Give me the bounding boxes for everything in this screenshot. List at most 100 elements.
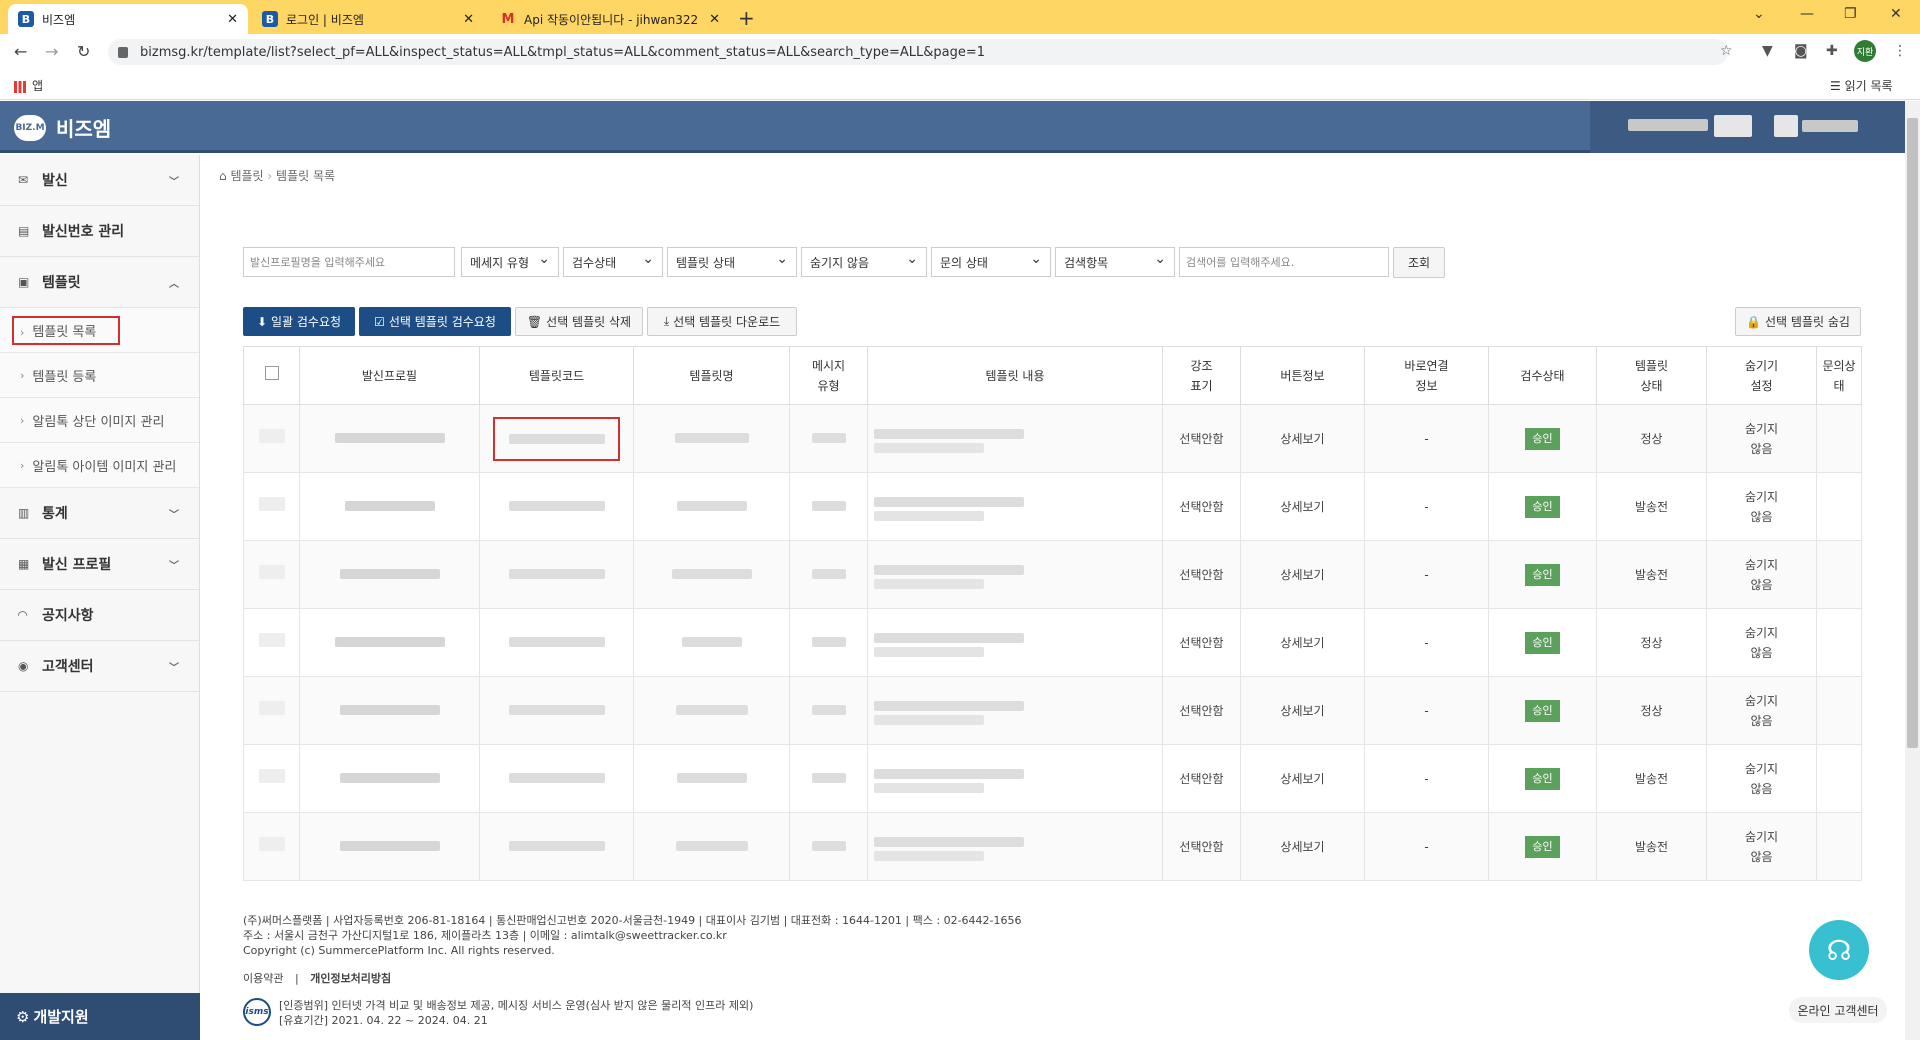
apps-bookmark[interactable]: 앱 (14, 77, 43, 94)
bookmark-star-icon[interactable]: ☆ (1720, 43, 1733, 59)
row-checkbox[interactable] (258, 428, 285, 443)
tab-title: Api 작동이안됩니다 - jihwan322 (524, 12, 699, 27)
inspect-status-select[interactable]: 검수상태 (563, 247, 663, 277)
sidebar-sub-top-image[interactable]: › 알림톡 상단 이미지 관리 (0, 398, 199, 443)
user-area (1590, 101, 1905, 153)
table-row[interactable]: 선택안함 상세보기 - 승인 발송전 숨기지 않음 (243, 744, 1862, 813)
puzzle-icon[interactable]: ✚ (1826, 43, 1838, 59)
terms-link[interactable]: 이용약관 (243, 972, 283, 985)
hidden-select[interactable]: 숨기지 않음 (801, 247, 927, 277)
button-info-cell[interactable]: 상세보기 (1240, 676, 1365, 745)
account-button[interactable] (1714, 115, 1752, 137)
button-info-cell[interactable]: 상세보기 (1240, 744, 1365, 813)
close-tab-icon[interactable]: ✕ (709, 12, 720, 27)
sidebar-item-stats[interactable]: ▥ 통계 ﹀ (0, 488, 199, 539)
minimize-icon[interactable]: — (1800, 6, 1814, 22)
privacy-link[interactable]: 개인정보처리방침 (310, 972, 391, 985)
user-avatar[interactable] (1774, 115, 1798, 137)
button-info-cell[interactable]: 상세보기 (1240, 812, 1365, 881)
sidebar-sub-text: 템플릿 등록 (32, 369, 97, 385)
select-value: 숨기지 않음 (810, 255, 870, 270)
list-icon: ▤ (18, 224, 30, 238)
restore-icon[interactable]: ❐ (1844, 6, 1857, 22)
button-info-cell[interactable]: 상세보기 (1240, 608, 1365, 677)
table-row[interactable]: 선택안함 상세보기 - 승인 정상 숨기지 않음 (243, 676, 1862, 745)
new-tab-icon[interactable]: + (738, 6, 755, 30)
sidebar-sub-template-register[interactable]: › 템플릿 등록 (0, 353, 199, 398)
row-checkbox[interactable] (258, 496, 285, 511)
sidebar-item-send[interactable]: ✉ 발신 ﹀ (0, 155, 199, 206)
site-logo[interactable]: BIZ.M 비즈엠 (14, 113, 111, 142)
emphasis-cell: 선택안함 (1162, 676, 1241, 745)
url-field[interactable]: bizmsg.kr/template/list?select_pf=ALL&in… (108, 39, 1728, 65)
sidebar-item-profile[interactable]: ▦ 발신 프로필 ﹀ (0, 539, 199, 590)
row-checkbox[interactable] (258, 768, 285, 783)
selected-download-button[interactable]: ⤓ 선택 템플릿 다운로드 (647, 307, 797, 336)
search-button[interactable]: 조회 (1393, 247, 1445, 278)
hide-setting-cell: 숨기지 않음 (1706, 744, 1817, 813)
select-all-checkbox[interactable] (264, 365, 279, 380)
bulk-inspect-button[interactable]: ⬇ 일괄 검수요청 (243, 307, 355, 336)
button-info-cell[interactable]: 상세보기 (1240, 404, 1365, 473)
profile-search-input[interactable]: 발신프로필명을 입력해주세요 (243, 247, 455, 277)
table-row[interactable]: 선택안함 상세보기 - 승인 발송전 숨기지 않음 (243, 472, 1862, 541)
button-info-cell[interactable]: 상세보기 (1240, 540, 1365, 609)
browser-tab-gmail[interactable]: M Api 작동이안됩니다 - jihwan322 ✕ (490, 4, 730, 34)
selected-delete-button[interactable]: 🗑 선택 템플릿 삭제 (515, 307, 643, 336)
reading-list[interactable]: ☰ 읽기 목록 (1830, 77, 1893, 94)
apps-grid-icon (14, 80, 26, 93)
dev-support-button[interactable]: ⚙ 개발지원 (0, 993, 200, 1040)
scrollbar-thumb[interactable] (1907, 118, 1918, 748)
extension-icon[interactable]: ▼ (1762, 43, 1773, 59)
content-line (874, 578, 984, 589)
table-row[interactable]: 선택안함 상세보기 - 승인 정상 숨기지 않음 (243, 608, 1862, 677)
table-row[interactable]: 선택안함 상세보기 - 승인 발송전 숨기지 않음 (243, 540, 1862, 609)
row-checkbox[interactable] (258, 836, 285, 851)
sidebar-item-support[interactable]: ◉ 고객센터 ﹀ (0, 641, 199, 692)
sidebar-item-notice[interactable]: ◠ 공지사항 (0, 590, 199, 641)
select-all-header (243, 346, 300, 405)
row-checkbox[interactable] (258, 564, 285, 579)
close-window-icon[interactable]: ✕ (1890, 6, 1902, 22)
breadcrumb-root[interactable]: 템플릿 (230, 169, 263, 183)
button-info-cell[interactable]: 상세보기 (1240, 472, 1365, 541)
row-checkbox[interactable] (258, 632, 285, 647)
camera-icon[interactable]: ◙ (1794, 43, 1808, 59)
template-code-value (509, 433, 605, 444)
forward-icon[interactable]: → (45, 42, 58, 61)
browser-tab-login[interactable]: B 로그인 | 비즈엠 ✕ (252, 4, 484, 34)
browser-tab-bizm[interactable]: B 비즈엠 ✕ (8, 4, 248, 34)
search-field-select[interactable]: 검색항목 (1055, 247, 1175, 277)
sidebar-sub-item-image[interactable]: › 알림톡 아이템 이미지 관리 (0, 443, 199, 488)
selected-hide-button[interactable]: 🔒 선택 템플릿 숨김 (1735, 307, 1861, 336)
online-support-button[interactable]: 온라인 고객센터 (1789, 997, 1887, 1023)
menu-icon[interactable]: ⋮ (1893, 43, 1907, 59)
template-code-value (508, 636, 605, 647)
keyword-input[interactable]: 검색어를 입력해주세요. (1179, 247, 1389, 277)
highlighted-template-code[interactable] (493, 416, 620, 461)
tab-search-icon[interactable]: ⌄ (1753, 6, 1765, 22)
col-template-status: 템플릿 상태 (1596, 346, 1707, 405)
reload-icon[interactable]: ↻ (77, 42, 90, 61)
selected-inspect-button[interactable]: ☑ 선택 템플릿 검수요청 (359, 307, 511, 336)
row-checkbox[interactable] (258, 700, 285, 715)
book-icon: ▦ (18, 557, 30, 571)
sidebar-sub-template-list[interactable]: › 템플릿 목록 (0, 308, 199, 353)
template-status-select[interactable]: 템플릿 상태 (667, 247, 797, 277)
emphasis-cell: 선택안함 (1162, 812, 1241, 881)
trash-icon: 🗑 (526, 314, 543, 329)
image-icon: ▣ (18, 275, 30, 289)
user-name[interactable] (1802, 120, 1858, 132)
close-tab-icon[interactable]: ✕ (463, 12, 474, 27)
message-type-select[interactable]: 메세지 유형 (461, 247, 559, 277)
back-icon[interactable]: ← (14, 42, 27, 61)
chat-support-icon[interactable]: ☊ (1809, 920, 1869, 980)
table-row[interactable]: 선택안함 상세보기 - 승인 정상 숨기지 않음 (243, 404, 1862, 473)
sidebar-item-sender-number[interactable]: ▤ 발신번호 관리 (0, 206, 199, 257)
comment-status-select[interactable]: 문의 상태 (931, 247, 1051, 277)
button-label: 일괄 검수요청 (271, 315, 342, 329)
profile-avatar[interactable]: 지환 (1854, 40, 1876, 62)
sidebar-item-template[interactable]: ▣ 템플릿 ︿ (0, 257, 199, 308)
close-tab-icon[interactable]: ✕ (227, 12, 238, 27)
table-row[interactable]: 선택안함 상세보기 - 승인 발송전 숨기지 않음 (243, 812, 1862, 881)
